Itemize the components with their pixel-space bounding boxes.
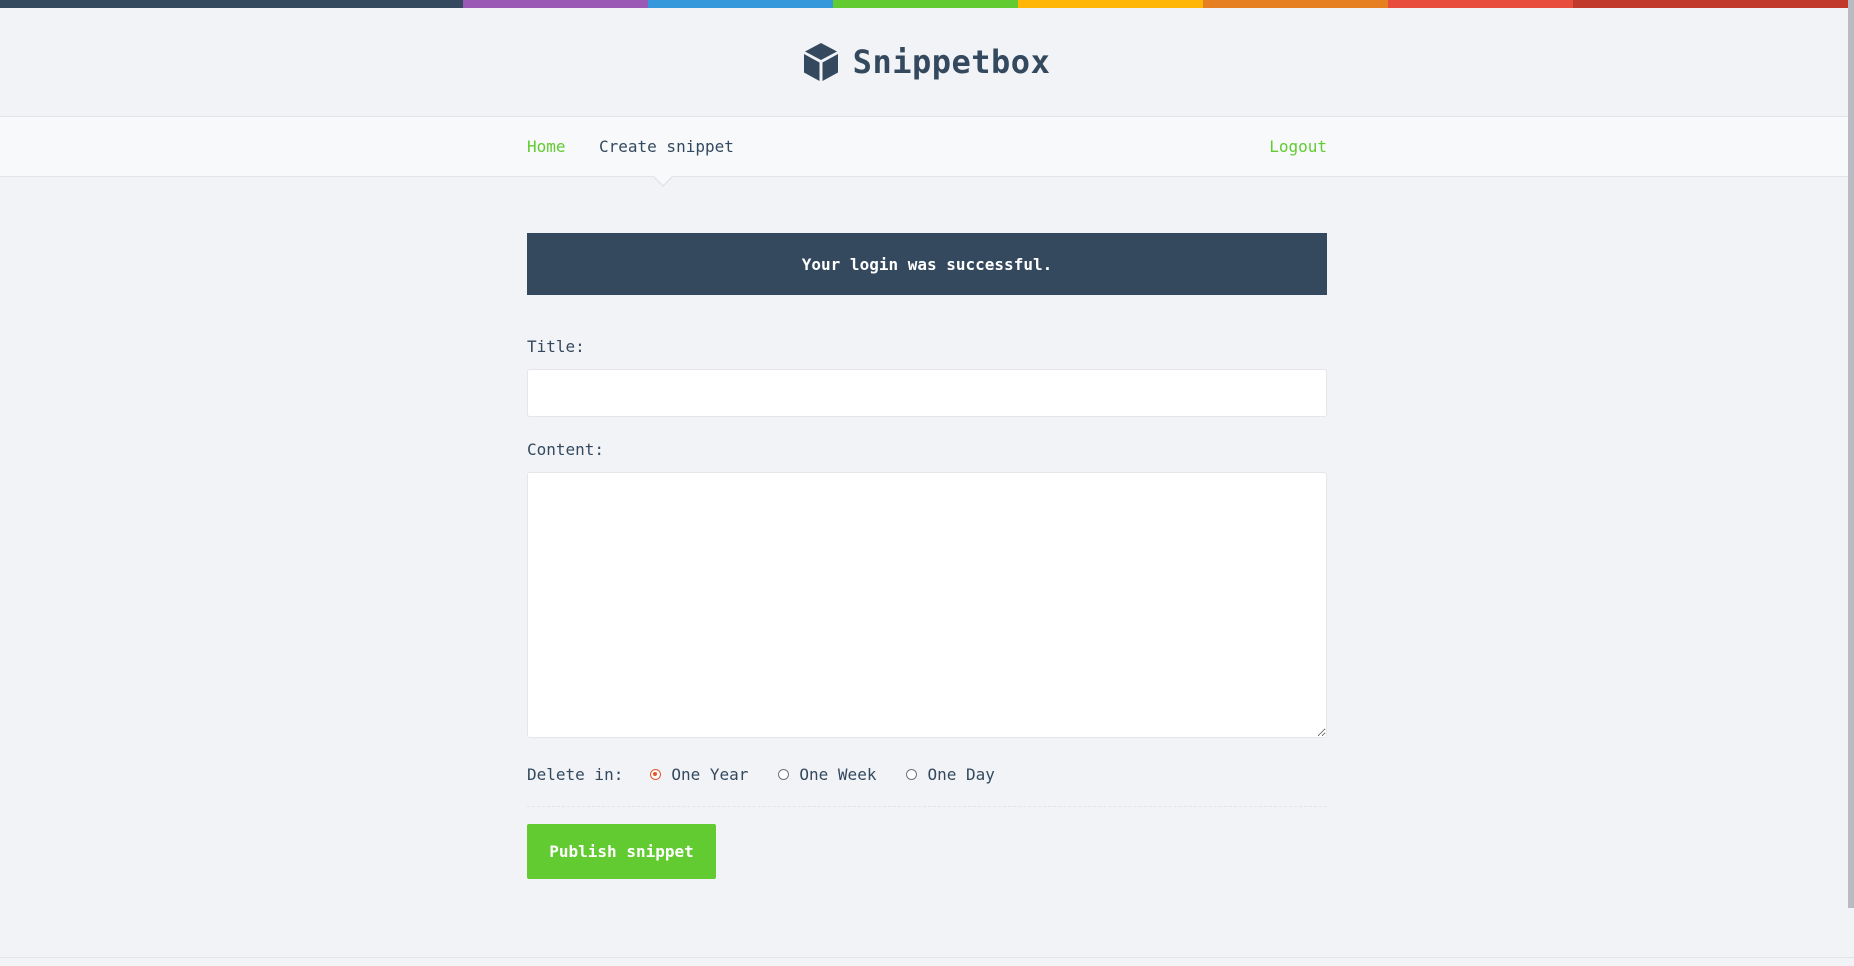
brand[interactable]: Snippetbox [803,42,1051,82]
delete-in-label: Delete in: [527,764,624,784]
radio-button-one-day[interactable] [906,768,918,780]
form-divider [527,806,1327,807]
nav-inner: Home Create snippet Logout [527,117,1327,187]
radio-option-one-week[interactable]: One Week [778,765,876,784]
cube-icon [803,43,838,81]
main-content: Your login was successful. Title: Conten… [527,233,1327,879]
radio-label: One Year [671,764,749,784]
title-label: Title: [527,337,585,356]
stripe-segment [463,0,648,8]
active-nav-caret [654,176,672,185]
nav-link-logout[interactable]: Logout [1269,137,1327,156]
radio-button-one-year[interactable] [650,768,662,780]
stripe-segment [0,0,463,8]
stripe-segment [833,0,1018,8]
radio-option-one-year[interactable]: One Year [650,765,748,784]
publish-snippet-button[interactable]: Publish snippet [527,824,716,879]
radio-option-one-day[interactable]: One Day [906,764,995,784]
radio-label: One Day [927,764,995,784]
stripe-segment [1018,0,1203,8]
content-textarea[interactable] [527,472,1327,738]
title-input[interactable] [527,369,1327,417]
nav-link-home[interactable]: Home [527,137,566,156]
page-scrollbar[interactable] [1848,0,1854,908]
nav-link-create-snippet[interactable]: Create snippet [599,137,734,156]
radio-label: One Week [799,764,877,784]
site-header: Snippetbox [0,8,1854,117]
expires-radio-group: Delete in: One Year One Week One Day [527,764,1327,784]
stripe-segment [1203,0,1388,8]
create-snippet-form: Title: Content: Delete in: One Year One … [527,337,1327,879]
flash-message-text: Your login was successful. [801,254,1053,274]
radio-button-one-week[interactable] [778,768,790,780]
flash-message: Your login was successful. [527,233,1327,295]
main-nav: Home Create snippet Logout [0,117,1854,187]
site-title: Snippetbox [852,43,1051,81]
top-color-stripe [0,0,1854,8]
content-label: Content: [527,440,605,459]
stripe-segment [1388,0,1573,8]
stripe-segment [648,0,833,8]
stripe-segment [1573,0,1854,8]
